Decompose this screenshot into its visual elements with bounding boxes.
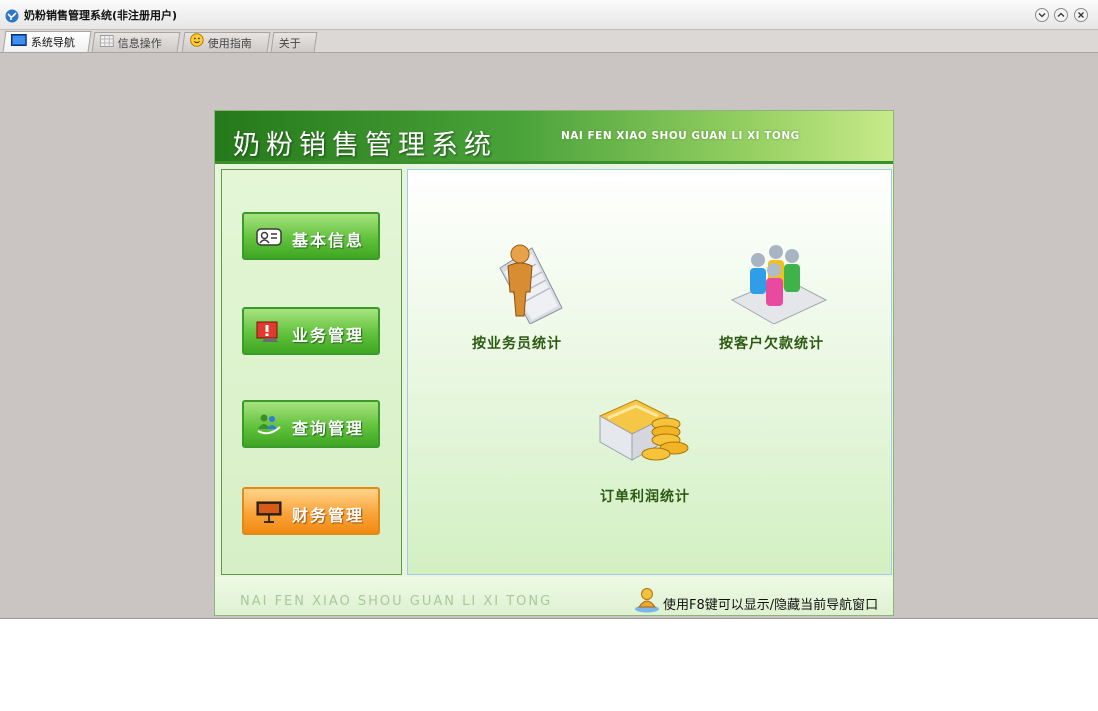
close-button[interactable] — [1074, 8, 1088, 22]
left-nav: 基本信息 业务管理 查询管理 财务管理 — [221, 169, 402, 575]
app-logo-icon — [5, 9, 19, 23]
user-hint-icon — [635, 588, 659, 613]
banner-subtitle: NAI FEN XIAO SHOU GUAN LI XI TONG — [561, 130, 800, 142]
order-profit-stats-tool[interactable]: 订单利润统计 — [588, 396, 708, 516]
nav-label: 查询管理 — [292, 419, 365, 438]
banner-title: 奶粉销售管理系统 — [233, 130, 497, 161]
people-search-icon — [257, 414, 281, 435]
group-people-icon — [730, 245, 828, 324]
business-management-button[interactable]: 业务管理 — [242, 307, 380, 355]
alert-monitor-icon — [256, 321, 278, 342]
tab-label: 使用指南 — [207, 36, 252, 50]
maximize-button[interactable] — [1054, 8, 1068, 22]
nav-label: 基本信息 — [292, 231, 365, 250]
footer-pinyin: NAI FEN XIAO SHOU GUAN LI XI TONG — [240, 594, 553, 609]
tab-about[interactable]: 关于 — [270, 32, 318, 52]
grid-icon — [99, 34, 114, 53]
tool-label: 按业务员统计 — [472, 336, 562, 352]
navigation-panel: 奶粉销售管理系统 NAI FEN XIAO SHOU GUAN LI XI TO… — [214, 110, 894, 616]
main-area: 按业务员统计 按客户欠款统计 订单利润统计 — [407, 169, 892, 575]
monitor-icon — [10, 33, 27, 52]
tab-label: 关于 — [278, 36, 301, 50]
chevron-up-icon — [1057, 12, 1065, 17]
window-title: 奶粉销售管理系统(非注册用户) — [24, 9, 178, 22]
chevron-down-icon — [1038, 13, 1046, 18]
tool-label: 按客户欠款统计 — [719, 336, 824, 352]
title-bar: 奶粉销售管理系统(非注册用户) — [0, 0, 1098, 30]
customer-debt-stats-tool[interactable]: 按客户欠款统计 — [708, 238, 848, 358]
tab-label: 信息操作 — [117, 36, 162, 50]
contact-card-icon — [256, 228, 282, 246]
tab-user-guide[interactable]: 使用指南 — [181, 32, 271, 53]
tab-bar: 系统导航 信息操作 使用指南 关于 — [0, 30, 1098, 53]
footer-hint: 使用F8键可以显示/隐藏当前导航窗口 — [663, 598, 879, 613]
tool-label: 订单利润统计 — [600, 489, 690, 505]
nav-label: 财务管理 — [292, 506, 365, 525]
smiley-icon — [190, 33, 204, 53]
coins-card-icon — [598, 399, 689, 461]
minimize-button[interactable] — [1035, 8, 1049, 22]
app-window: 奶粉销售管理系统(非注册用户) 系统导航 信息操作 使用指南 关于 奶粉销售管理… — [0, 0, 1098, 619]
close-icon — [1078, 12, 1084, 18]
banner: 奶粉销售管理系统 NAI FEN XIAO SHOU GUAN LI XI TO… — [215, 111, 893, 164]
basic-info-button[interactable]: 基本信息 — [242, 212, 380, 260]
nav-label: 业务管理 — [292, 326, 365, 345]
finance-management-button[interactable]: 财务管理 — [242, 487, 380, 535]
tab-system-navigation[interactable]: 系统导航 — [2, 31, 92, 52]
tab-label: 系统导航 — [30, 35, 75, 49]
query-management-button[interactable]: 查询管理 — [242, 400, 380, 448]
person-document-icon — [499, 244, 563, 324]
presentation-board-icon — [256, 501, 282, 523]
salesman-stats-tool[interactable]: 按业务员统计 — [468, 238, 578, 358]
panel-footer: NAI FEN XIAO SHOU GUAN LI XI TONG 使用F8键可… — [215, 577, 893, 615]
tab-info-operation[interactable]: 信息操作 — [91, 32, 181, 53]
